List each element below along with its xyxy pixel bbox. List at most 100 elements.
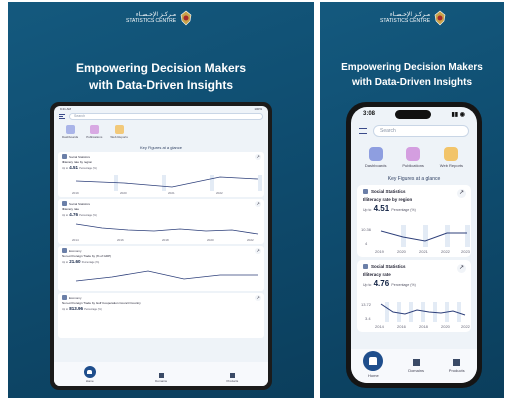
- publications-icon: [406, 147, 421, 161]
- quick-link-label: Publications: [86, 135, 103, 139]
- card-section: Social Statistics: [69, 154, 91, 159]
- mini-chart: 13.72 3.4 2014 2016 2018 2020 2022: [361, 302, 471, 329]
- domains-icon: [158, 373, 164, 378]
- quick-links: Dashboards Publications Web Reports: [351, 141, 477, 172]
- quick-link-dashboards[interactable]: Dashboards: [365, 147, 387, 168]
- quick-links: Dashboards Publications Web Reports: [54, 122, 268, 142]
- signal-wifi-battery-icon: ▮▮ ◉: [451, 111, 465, 118]
- axis-label: 13.72: [361, 302, 372, 307]
- nav-products[interactable]: Products: [449, 359, 465, 373]
- quick-link-label: Publications: [402, 163, 424, 168]
- key-figure-card[interactable]: Social Statistics Illiteracy rate Up to …: [58, 199, 264, 244]
- phone-device: 3:08 ▮▮ ◉ Search Dashboards Publications: [346, 102, 482, 388]
- nav-label: Products: [448, 368, 465, 373]
- mini-chart: 2014 2016 2018 2020 2022: [72, 223, 259, 242]
- status-time: 9:41 AM: [60, 107, 72, 111]
- nav-home[interactable]: Home: [363, 350, 384, 378]
- card-value: 4.51: [373, 204, 390, 213]
- quick-link-web-reports[interactable]: Web Reports: [110, 125, 128, 139]
- brand-logo: مـركـز الإحـصـاء STATISTICS CENTRE: [380, 10, 447, 26]
- dashboard-icon: [368, 147, 383, 161]
- open-arrow-icon[interactable]: ↗: [255, 248, 261, 254]
- search-input[interactable]: Search: [69, 113, 263, 120]
- search-input[interactable]: Search: [373, 125, 469, 137]
- axis-label: 2014: [72, 238, 79, 242]
- dashboard-icon: [65, 125, 75, 134]
- headline-line-2: with Data-Driven Insights: [351, 77, 472, 88]
- card-subtitle: Illiteracy rate by region: [363, 197, 413, 202]
- open-arrow-icon[interactable]: ↗: [255, 295, 261, 301]
- right-promo-panel: مـركـز الإحـصـاء STATISTICS CENTRE Empow…: [320, 2, 504, 398]
- card-prefix: Up to: [363, 208, 372, 212]
- axis-label: 2021: [168, 191, 175, 195]
- brand-english: STATISTICS CENTRE: [380, 18, 431, 24]
- card-section: Economy: [69, 248, 82, 253]
- products-icon: [229, 373, 235, 378]
- card-section: Economy: [69, 295, 82, 300]
- quick-link-web-reports[interactable]: Web Reports: [440, 147, 463, 168]
- key-figure-card[interactable]: Social Statistics Illiteracy rate by reg…: [357, 185, 471, 257]
- axis-label: 2020: [207, 238, 214, 242]
- falcon-emblem-icon: [434, 10, 446, 26]
- headline-line-2: with Data-Driven Insights: [88, 78, 234, 92]
- phone-screen: 3:08 ▮▮ ◉ Search Dashboards Publications: [351, 107, 477, 383]
- quick-link-dashboards[interactable]: Dashboards: [62, 125, 78, 139]
- key-figure-card[interactable]: Social Statistics Illiteracy rate by reg…: [58, 152, 264, 197]
- menu-icon[interactable]: [359, 128, 367, 134]
- nav-domains[interactable]: Domains: [155, 373, 167, 383]
- open-arrow-icon[interactable]: ↗: [255, 154, 261, 160]
- axis-label: 2022: [461, 324, 471, 329]
- headline: Empowering Decision Makers with Data-Dri…: [320, 60, 504, 90]
- social-statistics-icon: [62, 154, 67, 159]
- axis-label: 2014: [375, 324, 385, 329]
- key-figure-card[interactable]: Social Statistics Illiteracy rate Up to …: [357, 260, 471, 332]
- bottom-nav: Home Domains Products: [54, 362, 268, 386]
- quick-link-publications[interactable]: Publications: [402, 147, 424, 168]
- open-arrow-icon[interactable]: ↗: [457, 189, 466, 198]
- nav-domains[interactable]: Domains: [408, 359, 424, 373]
- open-arrow-icon[interactable]: ↗: [457, 264, 466, 273]
- falcon-emblem-icon: [180, 10, 192, 26]
- open-arrow-icon[interactable]: ↗: [255, 201, 261, 207]
- phone-top-bar: Search: [351, 121, 477, 141]
- quick-link-label: Dashboards: [62, 135, 79, 139]
- tablet-screen: 9:41 AM 100% Search Dashboards Publicati…: [54, 106, 268, 386]
- card-subtitle: Non-oil Foreign Trade by Gulf Cooperatio…: [62, 301, 141, 305]
- axis-label: 2018: [162, 238, 169, 242]
- economy-icon: [62, 248, 67, 253]
- bottom-nav: Home Domains Products: [351, 349, 477, 383]
- headline-line-1: Empowering Decision Makers: [341, 62, 483, 73]
- card-section: Social Statistics: [69, 201, 91, 206]
- tablet-device: 9:41 AM 100% Search Dashboards Publicati…: [50, 102, 272, 390]
- axis-label: 2020: [397, 249, 407, 254]
- headline-line-1: Empowering Decision Makers: [75, 61, 247, 75]
- axis-label: 2023: [461, 249, 471, 254]
- card-prefix: Up to: [363, 283, 372, 287]
- card-unit: Percentage (%): [391, 208, 416, 212]
- mini-chart: 10.36 4 2019 2020 2021 2022 2023: [361, 225, 471, 254]
- nav-label: Domains: [408, 368, 424, 373]
- status-battery: 100%: [254, 107, 262, 111]
- nav-home[interactable]: Home: [83, 366, 96, 383]
- nav-products[interactable]: Products: [226, 373, 238, 383]
- key-figure-card[interactable]: Economy Non-oil Foreign Trade by Gulf Co…: [58, 293, 264, 338]
- tablet-top-bar: Search: [54, 111, 268, 122]
- card-section: Social Statistics: [371, 189, 406, 194]
- mini-chart: [75, 270, 258, 282]
- quick-link-publications[interactable]: Publications: [86, 125, 102, 139]
- card-subtitle: Illiteracy rate: [363, 272, 391, 277]
- quick-link-label: Web Reports: [110, 135, 128, 139]
- axis-label: 2022: [247, 238, 254, 242]
- mini-chart: 2019 2020 2021 2022: [72, 175, 262, 195]
- social-statistics-icon: [62, 201, 67, 206]
- products-icon: [453, 359, 461, 366]
- nav-label: Products: [226, 379, 239, 383]
- card-unit: Percentage (%): [84, 308, 102, 311]
- menu-icon[interactable]: [59, 114, 65, 119]
- status-time: 3:08: [363, 111, 376, 117]
- key-figure-card[interactable]: Economy Non-oil Foreign Trade by (% of G…: [58, 246, 264, 291]
- axis-label: 2016: [117, 238, 124, 242]
- domains-icon: [412, 359, 420, 366]
- quick-link-label: Web Reports: [439, 163, 464, 168]
- publications-icon: [89, 125, 99, 134]
